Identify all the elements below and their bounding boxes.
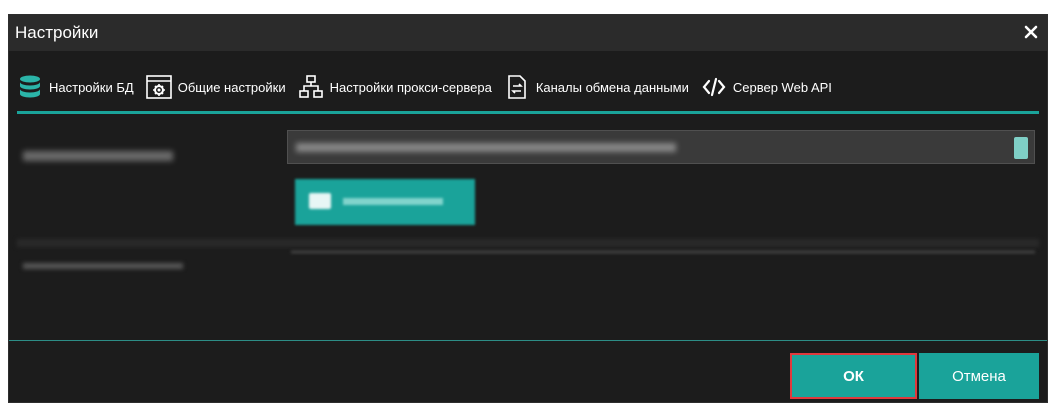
exchange-document-icon <box>504 74 530 100</box>
tab-label: Настройки БД <box>49 79 134 95</box>
redacted-browse-button[interactable] <box>295 179 475 225</box>
tabs-divider <box>17 111 1039 114</box>
redacted-second-label <box>23 263 183 269</box>
settings-tabs: Настройки БД Общие настройки Настройки п… <box>9 67 1047 107</box>
tab-proxy-settings[interactable]: Настройки прокси-сервера <box>290 67 496 107</box>
settings-window-icon <box>145 74 172 100</box>
cancel-button[interactable]: Отмена <box>919 353 1039 399</box>
redacted-button-label <box>343 198 443 205</box>
footer-divider <box>9 340 1047 341</box>
tab-label: Настройки прокси-сервера <box>329 79 492 95</box>
redacted-field-label <box>23 151 173 161</box>
tab-label: Сервер Web API <box>732 79 832 95</box>
redacted-field-value <box>296 143 676 152</box>
ok-button[interactable]: ОК <box>790 353 917 399</box>
network-icon <box>298 74 324 100</box>
tab-general-settings[interactable]: Общие настройки <box>138 67 290 107</box>
title-bar: Настройки <box>9 15 1047 51</box>
field-scroll-handle[interactable] <box>1014 137 1028 159</box>
tab-label: Каналы обмена данными <box>535 79 689 95</box>
tab-db-settings[interactable]: Настройки БД <box>9 67 138 107</box>
code-icon <box>701 74 727 100</box>
redacted-path-field[interactable] <box>287 130 1035 164</box>
redacted-second-field[interactable] <box>291 251 1035 271</box>
tab-data-channels[interactable]: Каналы обмена данными <box>496 67 693 107</box>
database-icon <box>17 74 43 100</box>
close-icon[interactable] <box>1021 21 1041 43</box>
tab-label: Общие настройки <box>177 79 286 95</box>
dialog-title: Настройки <box>15 23 99 42</box>
redacted-separator <box>17 239 1039 247</box>
settings-dialog: Настройки Настройки БД Общие настройки Н… <box>8 14 1048 403</box>
folder-icon <box>309 193 331 209</box>
tab-web-api[interactable]: Сервер Web API <box>693 67 836 107</box>
